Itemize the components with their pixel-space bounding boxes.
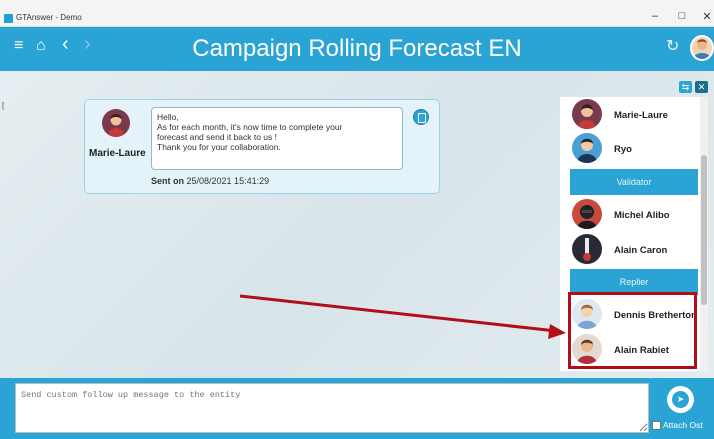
replier-highlight-box	[568, 292, 697, 369]
annotation-arrow	[239, 294, 566, 339]
attach-label: Attach Ost	[663, 420, 703, 430]
send-button[interactable]: ➤	[667, 386, 694, 413]
follow-up-message-input[interactable]	[15, 383, 649, 433]
compose-bar: ➤ Attach Ost	[0, 378, 714, 439]
attach-checkbox[interactable]: Attach Ost	[652, 420, 703, 431]
send-icon: ➤	[672, 391, 689, 408]
checkbox-icon	[652, 421, 661, 431]
